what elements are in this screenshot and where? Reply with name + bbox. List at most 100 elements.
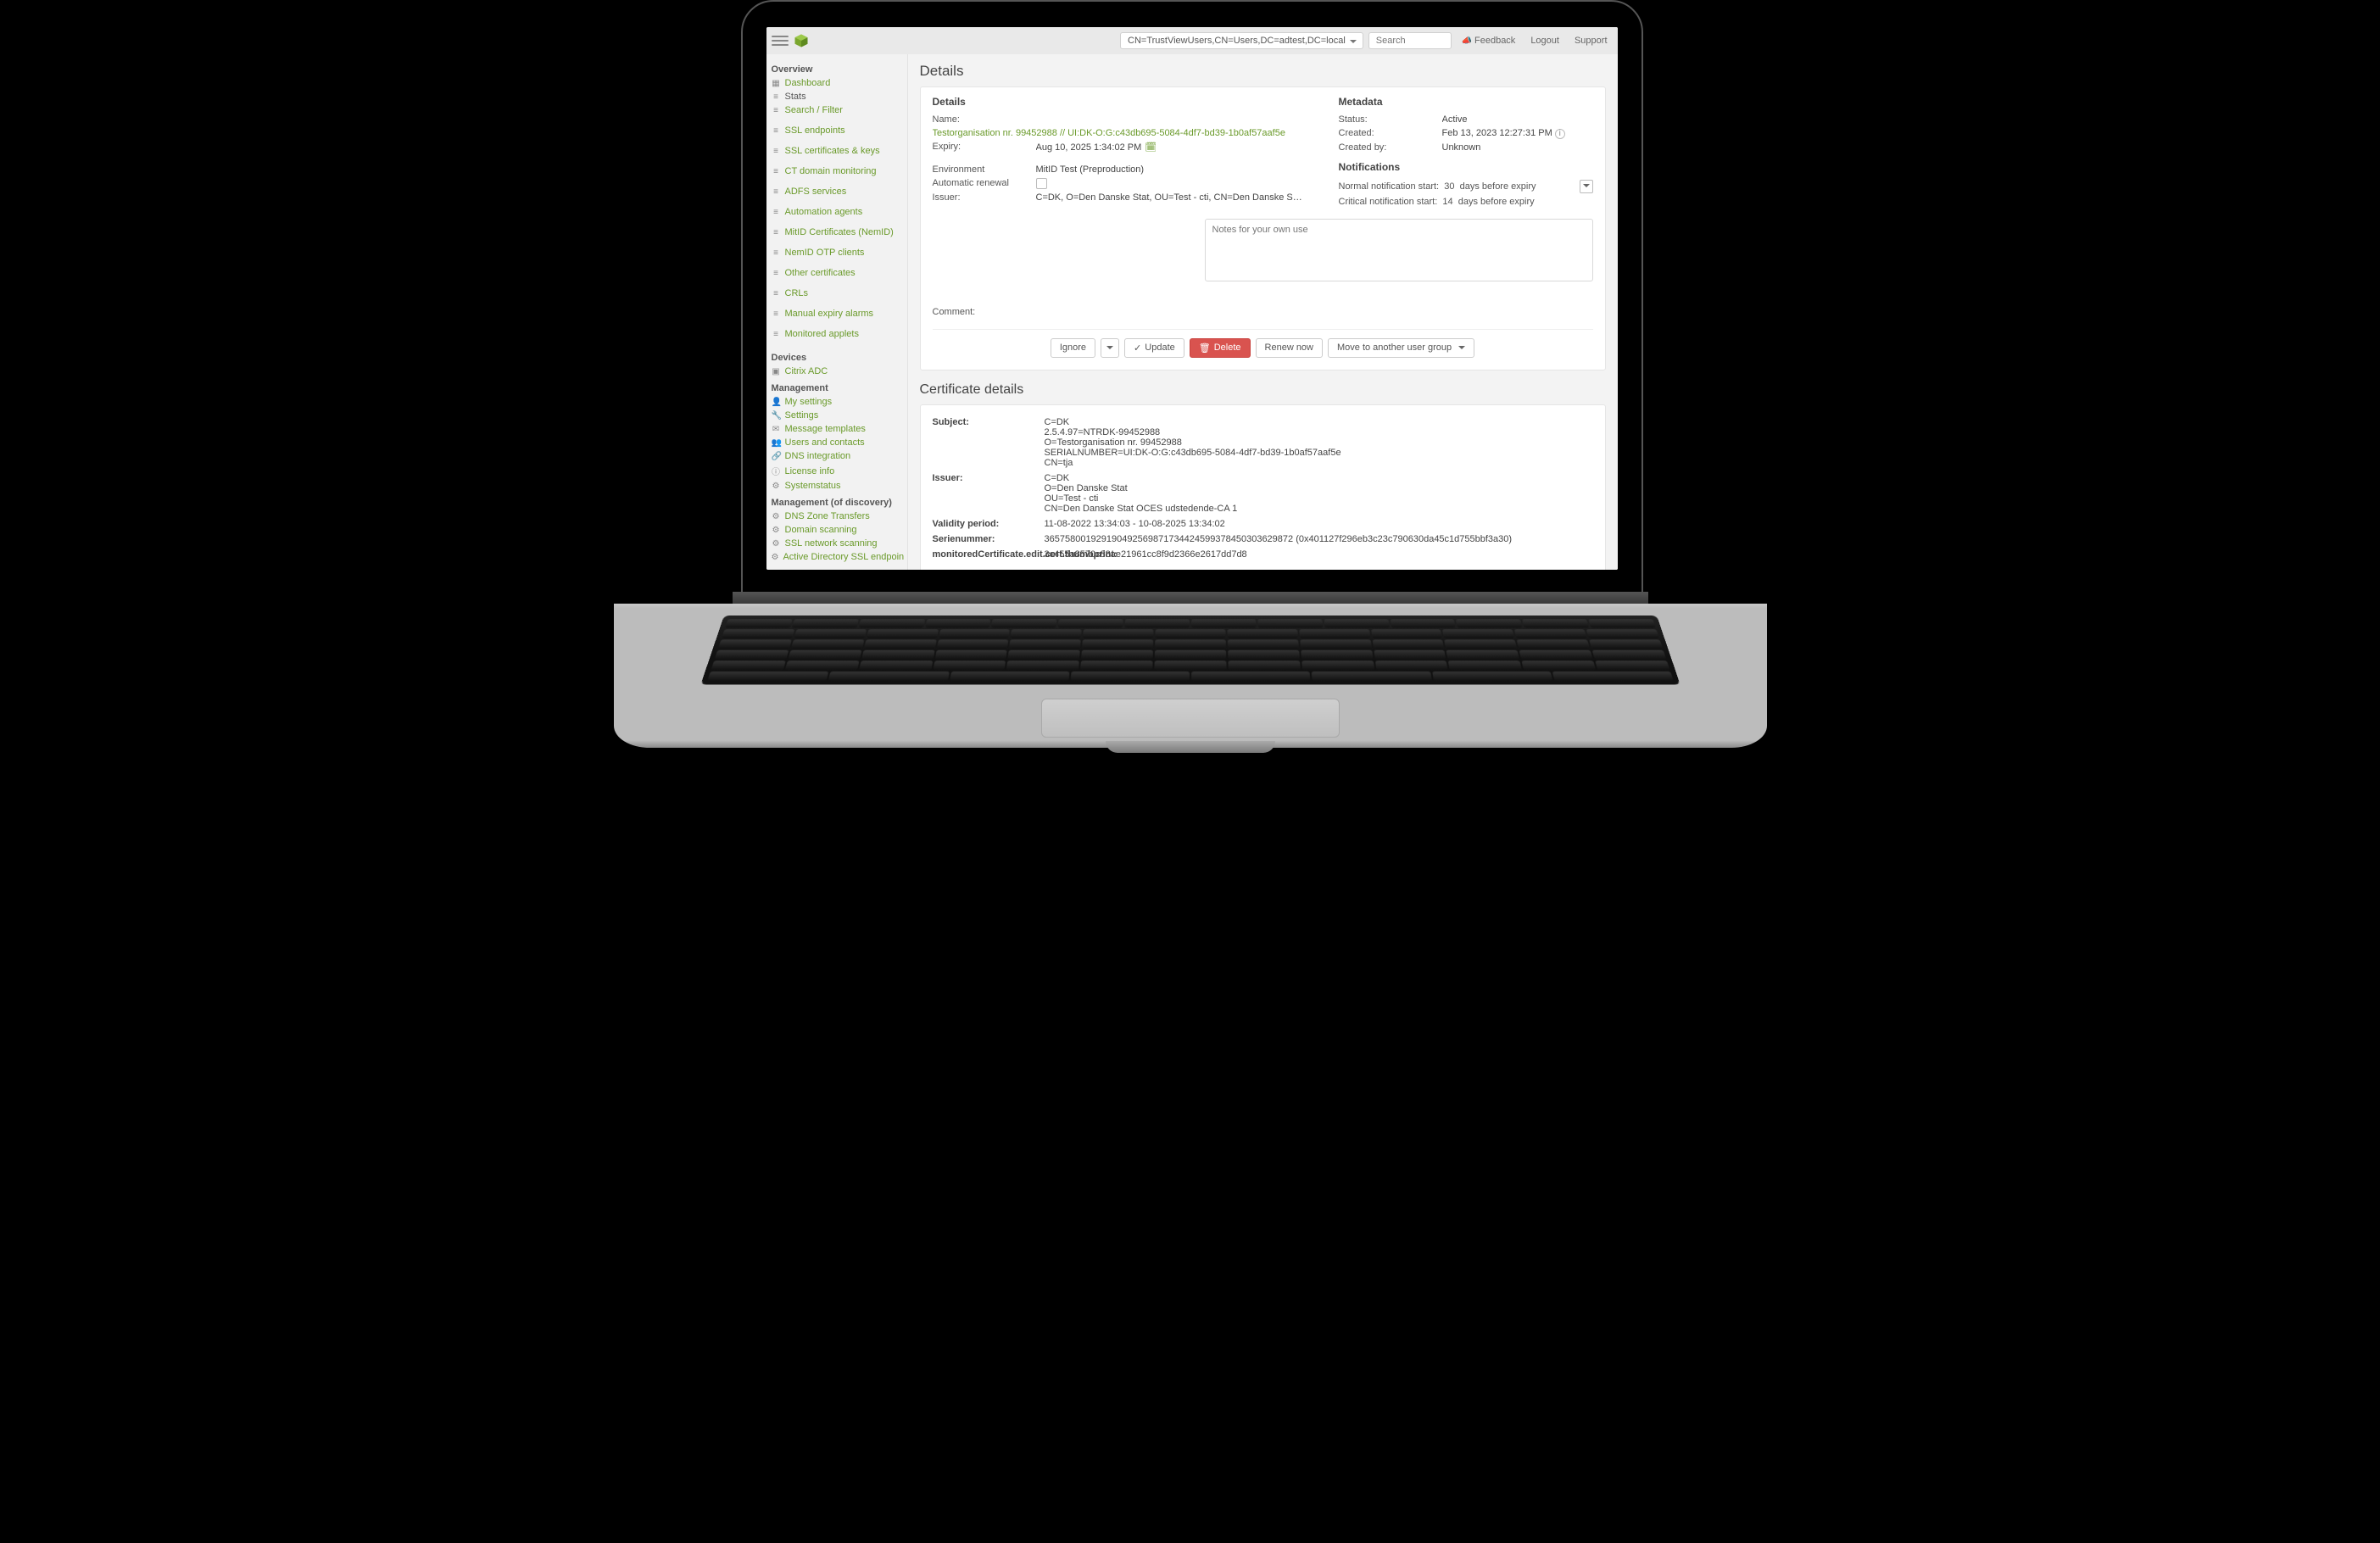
sidebar-item-label: DNS integration <box>785 451 851 461</box>
sidebar-item-icon: ≡ <box>772 106 781 115</box>
sidebar-item[interactable]: ≡ Search / Filter <box>770 103 904 117</box>
sidebar-item[interactable]: ⚙ Systemstatus <box>770 479 904 493</box>
sidebar-item-label: DNS Zone Transfers <box>785 511 870 521</box>
sidebar-item-label: Automation agents <box>785 207 863 217</box>
sidebar-item-icon: ⚙ <box>772 482 781 491</box>
sidebar-item-icon: ⚙ <box>772 539 781 549</box>
name-label: Name: <box>933 114 1026 125</box>
sidebar-item-icon: ≡ <box>772 228 781 237</box>
app-body: Overview ▦Dashboard≡Stats≡Search / Filte… <box>766 54 1618 570</box>
cert-issuer-value: C=DK O=Den Danske Stat OU=Test - cti CN=… <box>1045 473 1593 514</box>
sidebar-item-icon: ⚙ <box>772 553 779 562</box>
notes-textarea[interactable] <box>1205 219 1593 281</box>
search-input[interactable] <box>1368 32 1452 49</box>
sidebar-item[interactable]: ≡NemID OTP clients <box>770 246 904 259</box>
sidebar-item-icon: ≡ <box>772 289 781 298</box>
sidebar-item-label: Search / Filter <box>785 105 843 115</box>
delete-button[interactable]: 🗑 Delete <box>1190 338 1251 358</box>
sidebar-item-label: Active Directory SSL endpoint discovery <box>783 552 903 562</box>
sidebar-item[interactable]: 👥Users and contacts <box>770 436 904 449</box>
sidebar-item[interactable]: ≡Automation agents <box>770 205 904 219</box>
details-section-title: Details <box>933 96 1305 108</box>
sidebar-item[interactable]: ≡MitID Certificates (NemID) <box>770 226 904 239</box>
logout-link[interactable]: Logout <box>1525 33 1564 48</box>
sidebar-item-icon: 👥 <box>772 438 781 448</box>
cert-issuer-label: Issuer: <box>933 473 1034 514</box>
support-link[interactable]: Support <box>1569 33 1613 48</box>
sidebar-item-label: Message templates <box>785 424 866 434</box>
renew-button[interactable]: Renew now <box>1256 338 1323 358</box>
sidebar-item-icon: 🔧 <box>772 411 781 421</box>
sidebar-item-label: Other certificates <box>785 268 856 278</box>
sidebar-item-label: Monitored applets <box>785 329 859 339</box>
app-logo <box>794 33 809 48</box>
sidebar-item-icon: ≡ <box>772 147 781 156</box>
sidebar-item[interactable]: 🔗DNS integration <box>770 449 904 463</box>
sidebar-item-label: SSL network scanning <box>785 538 878 549</box>
sidebar-item[interactable]: ⚙ DNS Zone Transfers <box>770 510 904 523</box>
sidebar-item[interactable]: ✉Message templates <box>770 422 904 436</box>
environment-label: Environment <box>933 164 1026 175</box>
sidebar-item[interactable]: ≡Monitored applets <box>770 327 904 341</box>
app-screen: CN=TrustViewUsers,CN=Users,DC=adtest,DC=… <box>766 27 1618 570</box>
issuer-value: C=DK, O=Den Danske Stat, OU=Test - cti, … <box>1036 192 1305 203</box>
sidebar-item[interactable]: ⚙ SSL network scanning <box>770 537 904 550</box>
expiry-value: Aug 10, 2025 1:34:02 PM🗓 <box>1036 142 1305 153</box>
sidebar-item-icon: 👤 <box>772 398 781 407</box>
sidebar-item-label: Systemstatus <box>785 481 841 491</box>
sidebar-item[interactable]: ⚙ Active Directory SSL endpoint discovery <box>770 550 904 564</box>
laptop-lip <box>1106 741 1275 753</box>
subject-value: C=DK 2.5.4.97=NTRDK-99452988 O=Testorgan… <box>1045 417 1593 468</box>
sidebar-item[interactable]: ≡Stats <box>770 90 904 103</box>
status-label: Status: <box>1339 114 1432 125</box>
sidebar-item-label: CT domain monitoring <box>785 166 877 176</box>
sidebar-item-label: Domain scanning <box>785 525 857 535</box>
sidebar-head-discovery: Management (of discovery) <box>772 498 902 508</box>
info-icon[interactable]: i <box>1555 129 1565 139</box>
usergroup-select[interactable]: CN=TrustViewUsers,CN=Users,DC=adtest,DC=… <box>1120 32 1363 49</box>
ignore-dropdown-button[interactable] <box>1101 338 1119 358</box>
sidebar-item[interactable]: 🔧Settings <box>770 409 904 422</box>
feedback-link[interactable]: Feedback <box>1457 33 1521 48</box>
sidebar-item[interactable]: ⓘLicense info <box>770 463 904 479</box>
move-usergroup-button[interactable]: Move to another user group <box>1328 338 1474 358</box>
sidebar-item[interactable]: ≡CRLs <box>770 287 904 300</box>
created-label: Created: <box>1339 128 1432 138</box>
issuer-label: Issuer: <box>933 192 1026 203</box>
sidebar-item-label: SSL certificates & keys <box>785 146 880 156</box>
sidebar-item-label: Stats <box>785 92 806 102</box>
sidebar-item-label: Dashboard <box>785 78 831 88</box>
certificate-details-title: Certificate details <box>920 382 1606 398</box>
ignore-button[interactable]: Ignore <box>1051 338 1095 358</box>
calendar-icon[interactable]: 🗓 <box>1145 142 1157 153</box>
sidebar-item-icon: ⚙ <box>772 512 781 521</box>
sidebar-item[interactable]: ≡Manual expiry alarms <box>770 307 904 320</box>
sidebar-item-label: NemID OTP clients <box>785 248 865 258</box>
validity-label: Validity period: <box>933 519 1034 529</box>
sidebar-item-icon: ⓘ <box>772 465 781 477</box>
notif-expand-button[interactable] <box>1580 180 1593 193</box>
sidebar-item[interactable]: ≡ADFS services <box>770 185 904 198</box>
sidebar-item[interactable]: ≡Other certificates <box>770 266 904 280</box>
update-button[interactable]: ✓ Update <box>1124 338 1184 358</box>
validity-value: 11-08-2022 13:34:03 - 10-08-2025 13:34:0… <box>1045 519 1593 529</box>
sidebar-item[interactable]: ≡CT domain monitoring <box>770 164 904 178</box>
notif-normal-text: Normal notification start: 30 days befor… <box>1339 181 1536 192</box>
sidebar-item[interactable]: ▦ Dashboard <box>770 76 904 90</box>
sidebar-item[interactable]: 👤My settings <box>770 395 904 409</box>
sidebar-head-overview: Overview <box>772 64 902 75</box>
page-title: Details <box>920 63 1606 80</box>
autorenew-label: Automatic renewal <box>933 178 1026 188</box>
notif-critical-text: Critical notification start: 14 days bef… <box>1339 197 1535 207</box>
name-value[interactable]: Testorganisation nr. 99452988 // UI:DK-O… <box>933 128 1305 138</box>
hamburger-menu-button[interactable] <box>772 32 789 49</box>
sidebar-item[interactable]: ⚙Domain scanning <box>770 523 904 537</box>
sidebar-item[interactable]: ▣Citrix ADC <box>770 365 904 378</box>
sidebar-item[interactable]: ≡ SSL certificates & keys <box>770 144 904 158</box>
laptop-trackpad <box>1041 699 1340 738</box>
sidebar-item[interactable]: ≡SSL endpoints <box>770 124 904 137</box>
serial-value: 3657580019291904925698717344245993784503… <box>1045 534 1593 544</box>
sidebar-item-icon: ▦ <box>772 79 781 88</box>
autorenew-checkbox[interactable] <box>1036 178 1047 189</box>
sidebar-item-icon: ≡ <box>772 126 781 136</box>
